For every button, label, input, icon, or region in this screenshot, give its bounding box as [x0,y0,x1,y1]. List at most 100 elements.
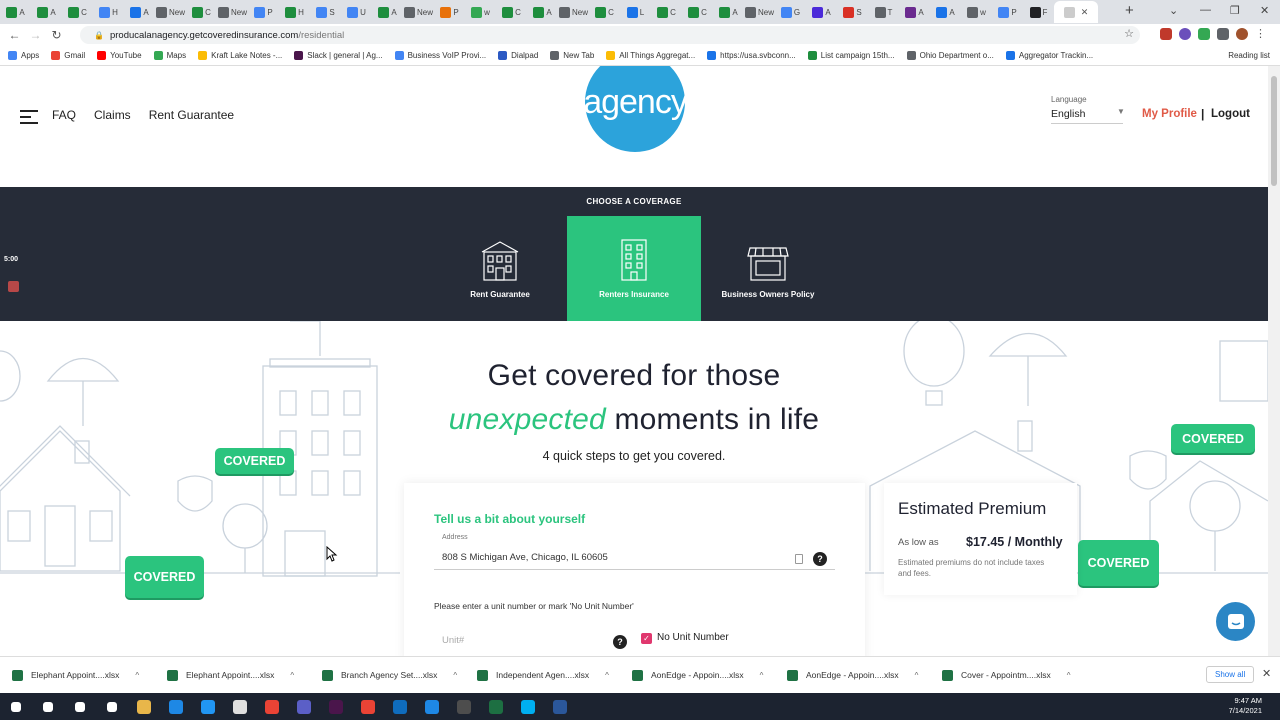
agency-logo[interactable]: agency [583,66,688,152]
bookmark-item[interactable]: All Things Aggregat... [606,51,695,60]
bookmark-item[interactable]: Maps [153,51,186,60]
slack-icon[interactable] [320,693,352,720]
help-icon[interactable]: ? [613,635,627,649]
coverage-business-owners-policy[interactable]: Business Owners Policy [701,216,835,321]
coverage-rent-guarantee[interactable]: Rent Guarantee [433,216,567,321]
coverage-renters-insurance[interactable]: Renters Insurance [567,216,701,321]
chevron-up-icon[interactable]: ^ [135,671,139,680]
browser-tab[interactable]: C [496,1,527,23]
browser-tab[interactable]: A [806,1,837,23]
reload-icon[interactable]: ↻ [46,28,67,42]
browser-tab[interactable]: C [682,1,713,23]
browser-tab[interactable]: S [310,1,341,23]
teams-icon[interactable] [288,693,320,720]
download-item[interactable]: AonEdge - Appoin....xlsx ^ [620,669,775,681]
chevron-up-icon[interactable]: ^ [760,671,764,680]
nav-rent-guarantee[interactable]: Rent Guarantee [149,108,234,122]
star-icon[interactable]: ☆ [1124,27,1134,40]
drive-icon[interactable] [1198,28,1210,40]
show-all-button[interactable]: Show all [1206,666,1255,683]
my-profile-link[interactable]: My Profile [1142,108,1197,120]
browser-tab[interactable]: H [93,1,124,23]
browser-tab[interactable]: S [837,1,868,23]
calendar-icon[interactable] [224,693,256,720]
browser-tab[interactable]: U [341,1,372,23]
browser-tab[interactable]: New [744,1,775,23]
maximize-icon[interactable]: ❐ [1230,4,1240,17]
browser-tab[interactable]: w [465,1,496,23]
language-select[interactable]: Language English ▼ [1051,95,1125,124]
bookmark-item[interactable]: Apps [8,51,39,60]
browser-tab[interactable]: P [434,1,465,23]
browser-tab[interactable]: A [372,1,403,23]
clipboard-icon[interactable] [795,554,803,564]
address-field[interactable]: Address 808 S Michigan Ave, Chicago, IL … [434,532,835,570]
close-downloads-icon[interactable]: ✕ [1262,667,1271,680]
browser-tab[interactable]: New [155,1,186,23]
chevron-up-icon[interactable]: ^ [290,671,294,680]
minimize-icon[interactable]: — [1200,4,1211,16]
skype-icon[interactable] [512,693,544,720]
excel-icon[interactable] [480,693,512,720]
windows-icon[interactable] [0,693,32,720]
chevron-up-icon[interactable]: ^ [1067,671,1071,680]
extension-icon[interactable] [1179,28,1191,40]
new-tab-icon[interactable]: + [1125,2,1134,19]
browser-tab[interactable]: H [279,1,310,23]
mail-icon[interactable] [416,693,448,720]
browser-tab[interactable]: T [868,1,899,23]
edge-icon[interactable] [160,693,192,720]
extension-icon[interactable] [1160,28,1172,40]
stop-recording-icon[interactable] [8,281,19,292]
chevron-up-icon[interactable]: ^ [453,671,457,680]
file-explorer-icon[interactable] [128,693,160,720]
hamburger-menu-icon[interactable] [20,110,38,124]
task-view-icon[interactable] [96,693,128,720]
search-icon[interactable] [32,693,64,720]
menu-icon[interactable]: ⋮ [1255,28,1266,40]
browser-tab[interactable]: C [651,1,682,23]
bookmark-item[interactable]: Business VoIP Provi... [394,51,486,60]
url-field[interactable]: 🔒 producalanagency.getcoveredinsurance.c… [80,26,1140,44]
bookmark-item[interactable]: Slack | general | Ag... [294,51,383,60]
browser-tab[interactable]: A [713,1,744,23]
browser-tab[interactable]: A [930,1,961,23]
edge-blue-icon[interactable] [192,693,224,720]
download-item[interactable]: Elephant Appoint....xlsx ^ [0,669,155,681]
puzzle-icon[interactable] [1217,28,1229,40]
browser-tab[interactable]: A [527,1,558,23]
browser-tab[interactable]: P [992,1,1023,23]
bookmark-item[interactable]: New Tab [550,51,594,60]
bookmark-item[interactable]: Kraft Lake Notes -... [198,51,282,60]
browser-tab[interactable]: A [124,1,155,23]
browser-tab[interactable]: G [775,1,806,23]
bookmark-item[interactable]: Gmail [51,51,85,60]
browser-tab[interactable]: C [62,1,93,23]
page-scrollbar[interactable] [1268,66,1280,656]
browser-tab[interactable]: New [558,1,589,23]
system-clock[interactable]: 9:47 AM 7/14/2021 [1229,696,1262,716]
nav-faq[interactable]: FAQ [52,108,76,122]
close-tab-icon[interactable]: ✕ [1081,7,1089,18]
browser-tab[interactable]: w [961,1,992,23]
browser-tab[interactable]: A [0,1,31,23]
scrollbar-thumb[interactable] [1271,76,1277,186]
avatar[interactable] [1236,28,1248,40]
forward-icon[interactable]: → [25,28,46,42]
chevron-up-icon[interactable]: ^ [915,671,919,680]
chat-icon[interactable] [1216,602,1255,641]
chevron-up-icon[interactable]: ^ [605,671,609,680]
reading-list[interactable]: Reading list [1228,51,1270,60]
download-item[interactable]: Elephant Appoint....xlsx ^ [155,669,310,681]
download-item[interactable]: Branch Agency Set....xlsx ^ [310,669,465,681]
bookmark-item[interactable]: YouTube [97,51,142,60]
browser-tab[interactable]: P [248,1,279,23]
help-icon[interactable]: ? [813,552,827,566]
cortana-icon[interactable] [64,693,96,720]
browser-tab[interactable]: New [217,1,248,23]
back-icon[interactable]: ← [4,28,25,42]
logout-link[interactable]: Logout [1211,108,1250,120]
bookmark-item[interactable]: https://usa.svbconn... [707,51,796,60]
nav-claims[interactable]: Claims [94,108,131,122]
bookmark-item[interactable]: List campaign 15th... [807,51,895,60]
